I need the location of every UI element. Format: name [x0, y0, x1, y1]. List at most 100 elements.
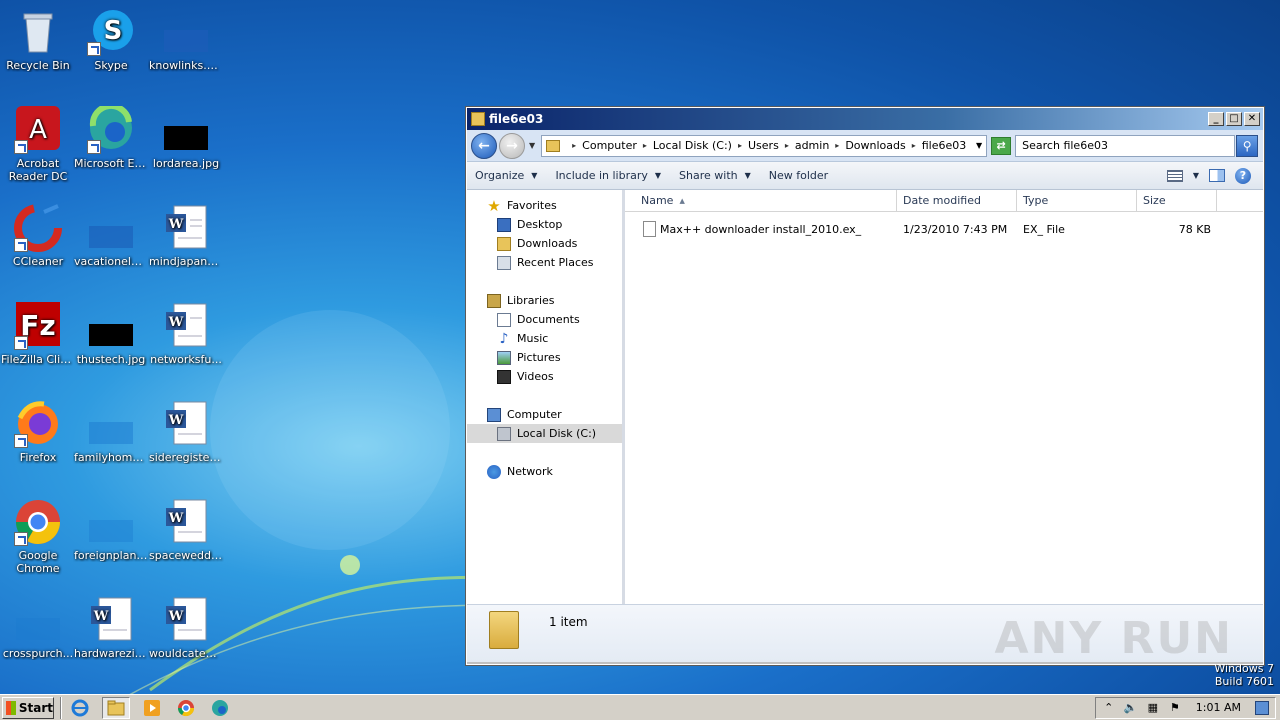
desktop-icon-knowlinks[interactable]: knowlinks.png: [148, 8, 224, 72]
breadcrumb-separator[interactable]: ▸: [572, 141, 576, 150]
help-icon[interactable]: ?: [1235, 167, 1251, 184]
breadcrumb-separator[interactable]: ▸: [738, 141, 742, 150]
nav-music[interactable]: ♪ Music: [467, 329, 622, 348]
nav-computer[interactable]: Computer: [467, 405, 622, 424]
file-row[interactable]: Max++ downloader install_2010.ex_ 1/23/2…: [625, 218, 1263, 240]
address-bar[interactable]: ▸ Computer ▸ Local Disk (C:) ▸ Users ▸ a…: [541, 134, 988, 157]
column-date-modified[interactable]: Date modified: [897, 190, 1017, 211]
desktop-icon-hardwarezip[interactable]: W hardwarezip...: [73, 596, 149, 660]
breadcrumb-downloads[interactable]: Downloads: [845, 139, 905, 152]
column-name[interactable]: Name ▲: [625, 190, 897, 211]
desktop-icon-edge[interactable]: Microsoft Edge: [73, 102, 149, 170]
show-hidden-icons-icon[interactable]: ⌃: [1102, 701, 1116, 715]
desktop-icon-label: CCleaner: [12, 255, 64, 268]
include-in-library-menu[interactable]: Include in library ▼: [555, 169, 661, 182]
breadcrumb-separator[interactable]: ▸: [912, 141, 916, 150]
desktop-icon-thustech[interactable]: thustech.jpg: [73, 302, 149, 366]
internet-explorer-icon[interactable]: [68, 697, 92, 719]
back-button[interactable]: ←: [471, 132, 497, 159]
desktop-icon-vacationele[interactable]: vacationele...: [73, 204, 149, 268]
search-icon[interactable]: ⚲: [1236, 134, 1259, 157]
search-input[interactable]: Search file6e03: [1015, 134, 1236, 157]
organize-menu[interactable]: Organize ▼: [475, 169, 537, 182]
shortcut-arrow-icon: [14, 336, 28, 350]
shortcut-arrow-icon: [14, 532, 28, 546]
desktop-icon-skype[interactable]: S Skype: [73, 8, 149, 72]
breadcrumb-separator[interactable]: ▸: [835, 141, 839, 150]
edge-taskbar-icon[interactable]: [208, 697, 232, 719]
column-type[interactable]: Type: [1017, 190, 1137, 211]
start-label: Start: [18, 700, 53, 715]
breadcrumb-local-disk[interactable]: Local Disk (C:): [653, 139, 732, 152]
music-icon: ♪: [499, 330, 509, 347]
recent-pages-dropdown[interactable]: ▼: [529, 141, 535, 150]
desktop-icon-mindjapane[interactable]: W mindjapane...: [148, 204, 224, 268]
nav-network[interactable]: Network: [467, 462, 622, 481]
desktop-icon-recycle-bin[interactable]: Recycle Bin: [0, 8, 76, 72]
explorer-window[interactable]: file6e03 _ □ ✕ ← → ▼ ▸ Computer ▸ Local …: [465, 106, 1265, 666]
close-button[interactable]: ✕: [1244, 112, 1260, 126]
address-dropdown[interactable]: ▼: [976, 141, 982, 150]
desktop-icon-crosspurch[interactable]: crosspurch...: [0, 596, 76, 660]
folder-icon: [546, 139, 561, 152]
desktop-icon-foreignplan[interactable]: foreignplan....: [73, 498, 149, 562]
nav-pictures[interactable]: Pictures: [467, 348, 622, 367]
maximize-button[interactable]: □: [1226, 112, 1242, 126]
nav-favorites[interactable]: ★ Favorites: [467, 196, 622, 215]
explorer-taskbar-icon[interactable]: [102, 696, 130, 719]
network-tray-icon[interactable]: ▦: [1146, 701, 1160, 715]
breadcrumb-users[interactable]: Users: [748, 139, 779, 152]
share-with-label: Share with: [679, 169, 738, 182]
view-options-dropdown[interactable]: ▼: [1193, 171, 1199, 180]
volume-icon[interactable]: 🔈: [1124, 701, 1138, 715]
desktop-icon-wouldcateg[interactable]: W wouldcateg...: [148, 596, 224, 660]
preview-pane-icon[interactable]: [1209, 169, 1225, 182]
new-folder-button[interactable]: New folder: [769, 169, 828, 182]
nav-desktop[interactable]: Desktop: [467, 215, 622, 234]
share-with-menu[interactable]: Share with ▼: [679, 169, 751, 182]
show-desktop-icon[interactable]: [1255, 700, 1269, 715]
action-center-flag-icon[interactable]: ⚑: [1168, 701, 1182, 715]
desktop-icon-label: Microsoft Edge: [74, 157, 149, 170]
desktop-icon-spaceweddi[interactable]: W spaceweddi...: [148, 498, 224, 562]
desktop-icon-firefox[interactable]: Firefox: [0, 400, 76, 464]
desktop-icon-filezilla[interactable]: Fz FileZilla Client: [0, 302, 76, 366]
desktop-icon-label: spaceweddi...: [149, 549, 224, 562]
start-button[interactable]: Start: [2, 696, 54, 719]
breadcrumb-admin[interactable]: admin: [795, 139, 829, 152]
column-size[interactable]: Size: [1137, 190, 1217, 211]
generic-file-icon: [643, 221, 656, 237]
desktop-icon-ccleaner[interactable]: CCleaner: [0, 204, 76, 268]
image-file-icon: [87, 302, 135, 350]
change-view-icon[interactable]: [1166, 169, 1183, 182]
desktop-icon-label: Google Chrome: [16, 549, 60, 575]
refresh-button[interactable]: ⇄: [991, 136, 1012, 155]
media-player-icon[interactable]: [140, 697, 164, 719]
minimize-button[interactable]: _: [1208, 112, 1224, 126]
nav-libraries[interactable]: Libraries: [467, 291, 622, 310]
desktop-icon-networksfu[interactable]: W networksfu...: [148, 302, 224, 366]
details-pane: 1 item ANY RUN: [467, 604, 1263, 664]
nav-recent-places[interactable]: Recent Places: [467, 253, 622, 272]
nav-documents[interactable]: Documents: [467, 310, 622, 329]
nav-videos[interactable]: Videos: [467, 367, 622, 386]
shortcut-arrow-icon: [14, 434, 28, 448]
desktop-icon-chrome[interactable]: Google Chrome: [0, 498, 76, 575]
desktop-icon-sideregister[interactable]: W sideregister....: [148, 400, 224, 464]
desktop-icon-lordarea[interactable]: lordarea.jpg: [148, 106, 224, 170]
nav-local-disk[interactable]: Local Disk (C:): [467, 424, 622, 443]
desktop-icon-label: FileZilla Client: [1, 353, 76, 366]
svg-text:W: W: [168, 609, 184, 624]
forward-button[interactable]: →: [499, 132, 525, 159]
desktop-icon-familyhome[interactable]: familyhome....: [73, 400, 149, 464]
chrome-taskbar-icon[interactable]: [174, 697, 198, 719]
desktop-icon-acrobat[interactable]: A Acrobat Reader DC: [0, 106, 76, 183]
breadcrumb-separator[interactable]: ▸: [785, 141, 789, 150]
title-bar[interactable]: file6e03 _ □ ✕: [467, 108, 1263, 130]
breadcrumb-file6e03[interactable]: file6e03: [922, 139, 967, 152]
breadcrumb-computer[interactable]: Computer: [582, 139, 637, 152]
nav-downloads[interactable]: Downloads: [467, 234, 622, 253]
breadcrumb-separator[interactable]: ▸: [643, 141, 647, 150]
word-doc-icon: W: [87, 596, 135, 644]
clock[interactable]: 1:01 AM: [1196, 701, 1241, 714]
